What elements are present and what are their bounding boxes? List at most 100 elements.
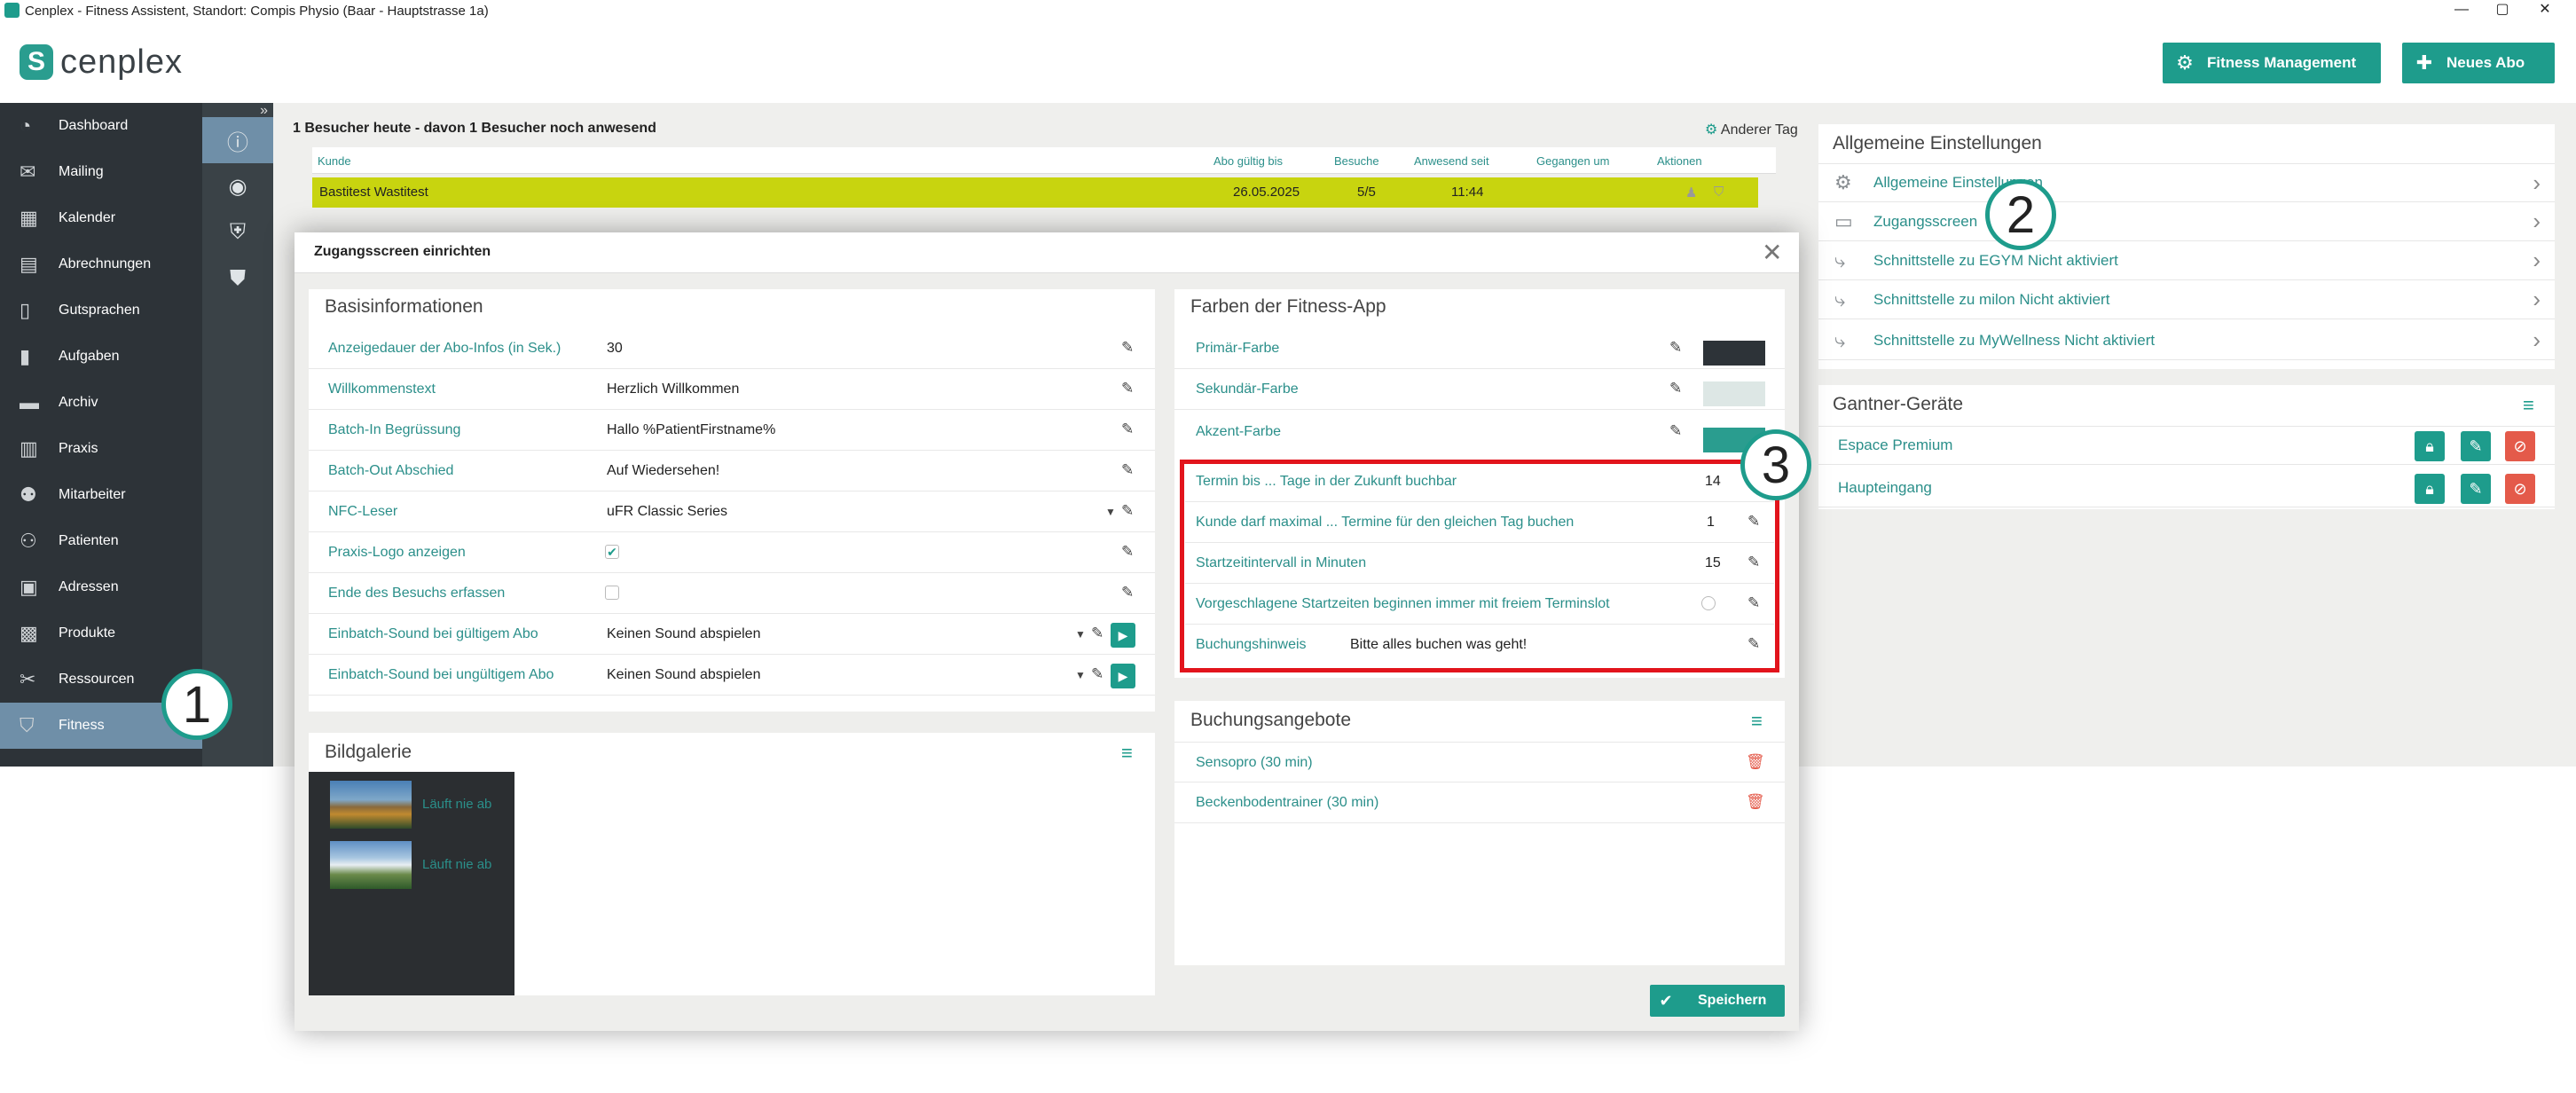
logo-checkbox[interactable]: ✔: [605, 545, 619, 559]
sidebar-item-produkte[interactable]: ▩ Produkte: [0, 610, 202, 657]
secondary-color-swatch[interactable]: [1703, 381, 1765, 406]
chevron-down-icon[interactable]: ▼: [1075, 669, 1086, 681]
sidebar-item-dashboard[interactable]: ◔ Dashboard: [0, 103, 202, 149]
sidebar-item-archiv[interactable]: ▬ Archiv: [0, 380, 202, 426]
sound-valid-select[interactable]: Keinen Sound abspielen: [607, 626, 760, 642]
col-gegangen[interactable]: Gegangen um: [1536, 154, 1609, 168]
settings-item-egym[interactable]: ⤷ Schnittstelle zu EGYM Nicht aktiviert ›: [1818, 241, 2555, 280]
basis-row-sound-invalid[interactable]: Einbatch-Sound bei ungültigem Abo Keinen…: [309, 655, 1155, 696]
close-window-button[interactable]: ✕: [2525, 0, 2565, 21]
lock-icon[interactable]: 🔒︎: [2415, 431, 2445, 461]
sidebar-item-patienten[interactable]: ⚇ Patienten: [0, 518, 202, 564]
chevron-down-icon[interactable]: ▼: [1075, 628, 1086, 641]
cenplex-logo[interactable]: S cenplex: [20, 43, 183, 81]
color-row-primary[interactable]: Primär-Farbe ✎: [1174, 328, 1785, 369]
basis-row-willkommen[interactable]: Willkommenstext Herzlich Willkommen ✎: [309, 369, 1155, 410]
col-anwesend[interactable]: Anwesend seit: [1414, 154, 1489, 168]
minimize-button[interactable]: —: [2441, 0, 2482, 21]
pencil-icon[interactable]: ✎: [1669, 339, 1682, 357]
col-besuche[interactable]: Besuche: [1334, 154, 1379, 168]
field-value[interactable]: Herzlich Willkommen: [607, 381, 739, 397]
gallery-item-label[interactable]: Läuft nie ab: [422, 797, 491, 812]
sidebar-item-gutsprachen[interactable]: ▯ Gutsprachen: [0, 287, 202, 334]
sidebar-item-praxis[interactable]: ▥ Praxis: [0, 426, 202, 472]
fitness-subnav: » ⓘ ◉ ⛨ ⛊: [202, 103, 273, 767]
table-row[interactable]: Bastitest Wastitest 26.05.2025 5/5 11:44…: [312, 177, 1758, 208]
sidebar-item-mailing[interactable]: ✉ Mailing: [0, 149, 202, 195]
play-icon[interactable]: ▶: [1111, 623, 1135, 648]
gallery-item-label[interactable]: Läuft nie ab: [422, 857, 491, 872]
sidebar-item-aufgaben[interactable]: ▮ Aufgaben: [0, 334, 202, 380]
pencil-icon[interactable]: ✎: [1121, 380, 1134, 397]
primary-color-swatch[interactable]: [1703, 341, 1765, 366]
eye-icon[interactable]: ◉: [202, 163, 273, 209]
sidebar-item-label: Archiv: [59, 395, 98, 410]
pencil-icon[interactable]: ✎: [1669, 422, 1682, 440]
settings-item-zugangsscreen[interactable]: ▭ Zugangsscreen ›: [1818, 202, 2555, 241]
sidebar-item-abrechnungen[interactable]: ▤ Abrechnungen: [0, 241, 202, 287]
unlink-icon[interactable]: ⊘: [2505, 431, 2535, 461]
shield-icon[interactable]: ⛉: [1714, 185, 1724, 200]
col-aktionen[interactable]: Aktionen: [1657, 154, 1702, 168]
trash-icon[interactable]: 🗑︎: [1746, 793, 1765, 811]
other-day-label: Anderer Tag: [1720, 122, 1798, 138]
trash-icon[interactable]: 🗑︎: [1746, 753, 1765, 771]
list-item[interactable]: Beckenbodentrainer (30 min) 🗑︎: [1174, 782, 1785, 823]
col-abo[interactable]: Abo gültig bis: [1213, 154, 1283, 168]
neues-abo-button[interactable]: ✚ Neues Abo: [2402, 43, 2555, 83]
sidebar-item-mitarbeiter[interactable]: ⚉ Mitarbeiter: [0, 472, 202, 518]
pencil-icon[interactable]: ✎: [1121, 502, 1134, 520]
col-kunde[interactable]: Kunde: [318, 154, 351, 168]
color-row-secondary[interactable]: Sekundär-Farbe ✎: [1174, 369, 1785, 410]
fitness-management-button[interactable]: ⚙ Fitness Management: [2163, 43, 2381, 83]
menu-icon[interactable]: ≡: [1121, 742, 1133, 765]
info-icon[interactable]: ⓘ: [202, 117, 273, 163]
pencil-icon[interactable]: ✎: [1121, 461, 1134, 479]
lock-icon[interactable]: 🔒︎: [2415, 474, 2445, 504]
pencil-icon[interactable]: ✎: [1669, 380, 1682, 397]
shield-check-icon[interactable]: ⛨: [202, 209, 273, 256]
basis-row-logo[interactable]: Praxis-Logo anzeigen ✔ ✎: [309, 532, 1155, 573]
eraser-icon[interactable]: ✎: [2461, 474, 2491, 504]
sidebar-item-kalender[interactable]: ▦ Kalender: [0, 195, 202, 241]
sound-invalid-select[interactable]: Keinen Sound abspielen: [607, 667, 760, 683]
unlink-icon[interactable]: ⊘: [2505, 474, 2535, 504]
other-day-link[interactable]: ⚙ Anderer Tag: [1705, 121, 1798, 138]
pencil-icon[interactable]: ✎: [1121, 543, 1134, 561]
close-icon[interactable]: ✕: [1762, 238, 1782, 267]
pencil-icon[interactable]: ✎: [1121, 584, 1134, 602]
chevron-down-icon[interactable]: ▼: [1105, 506, 1116, 518]
field-value[interactable]: 30: [607, 341, 623, 357]
list-item[interactable]: Sensopro (30 min) 🗑︎: [1174, 742, 1785, 782]
menu-icon[interactable]: ≡: [2523, 394, 2534, 417]
field-label: Praxis-Logo anzeigen: [328, 545, 466, 560]
basis-row-sound-valid[interactable]: Einbatch-Sound bei gültigem Abo Keinen S…: [309, 614, 1155, 655]
basis-row-batchin[interactable]: Batch-In Begrüssung Hallo %PatientFirstn…: [309, 410, 1155, 451]
pencil-icon[interactable]: ✎: [1121, 339, 1134, 357]
menu-icon[interactable]: ≡: [1751, 710, 1763, 733]
maximize-button[interactable]: ▢: [2482, 0, 2523, 21]
eraser-icon[interactable]: ✎: [2461, 431, 2491, 461]
nfc-select[interactable]: uFR Classic Series: [607, 504, 727, 520]
settings-item-milon[interactable]: ⤷ Schnittstelle zu milon Nicht aktiviert ›: [1818, 280, 2555, 319]
gallery-image-thumbnail[interactable]: [330, 841, 412, 889]
save-button[interactable]: ✔ Speichern: [1650, 985, 1785, 1017]
basis-row-nfc[interactable]: NFC-Leser uFR Classic Series ▼ ✎: [309, 491, 1155, 532]
pencil-icon[interactable]: ✎: [1121, 421, 1134, 438]
basis-row-batchout[interactable]: Batch-Out Abschied Auf Wiedersehen! ✎: [309, 451, 1155, 491]
shield-list-icon[interactable]: ⛊: [202, 256, 273, 302]
play-icon[interactable]: ▶: [1111, 664, 1135, 688]
settings-item-mywellness[interactable]: ⤷ Schnittstelle zu MyWellness Nicht aktiv…: [1818, 321, 2555, 360]
field-value[interactable]: Auf Wiedersehen!: [607, 463, 719, 479]
basis-row-ende[interactable]: Ende des Besuchs erfassen ✎: [309, 573, 1155, 614]
gallery-image-thumbnail[interactable]: [330, 781, 412, 829]
sidebar-item-adressen[interactable]: ▣ Adressen: [0, 564, 202, 610]
pencil-icon[interactable]: ✎: [1091, 625, 1103, 642]
basis-row-anzeigedauer[interactable]: Anzeigedauer der Abo-Infos (in Sek.) 30 …: [309, 328, 1155, 369]
checkout-icon[interactable]: ♟: [1685, 185, 1697, 201]
field-value[interactable]: Hallo %PatientFirstname%: [607, 422, 775, 438]
color-row-accent[interactable]: Akzent-Farbe ✎: [1174, 412, 1785, 452]
pencil-icon[interactable]: ✎: [1091, 665, 1103, 683]
ende-checkbox[interactable]: [605, 586, 619, 600]
settings-item-allgemein[interactable]: ⚙ Allgemeine Einstellungen ›: [1818, 163, 2555, 202]
